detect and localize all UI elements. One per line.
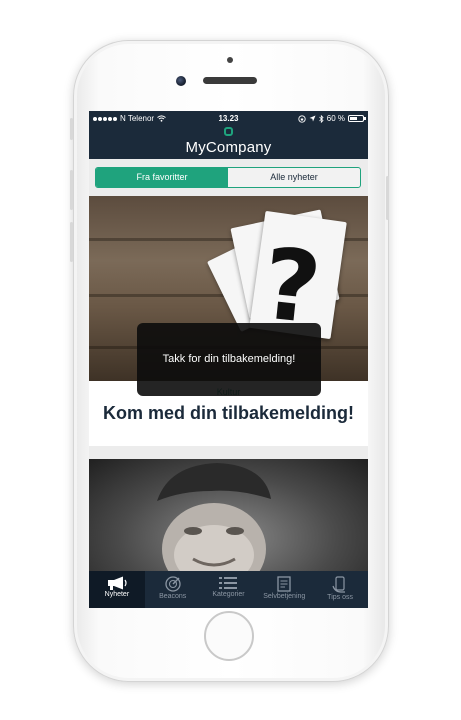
- phone-screen: N Telenor 13.23 60 % MyCompany Fra favor…: [89, 111, 368, 608]
- lock-rotation-icon: [298, 114, 306, 123]
- front-camera: [176, 76, 186, 86]
- volume-up-button: [70, 170, 73, 210]
- battery-percent: 60 %: [326, 114, 345, 123]
- home-button[interactable]: [204, 611, 254, 661]
- old-man-photo: [157, 463, 271, 571]
- tab-label: Selvbetjening: [263, 593, 306, 600]
- news-card[interactable]: ? Kultur Kom med din tilbakemelding!: [89, 196, 368, 446]
- location-arrow-icon: [309, 115, 316, 122]
- article-headline: Kom med din tilbakemelding!: [102, 403, 355, 423]
- status-right: 60 %: [298, 111, 366, 126]
- tab-label: Beacons: [159, 593, 187, 600]
- power-button: [386, 176, 389, 220]
- feedback-toast: Takk for din tilbakemelding!: [137, 323, 321, 396]
- tab-beacons[interactable]: Beacons: [145, 571, 201, 608]
- tab-bar: Nyheter Beacons Kategorier Selvbetjening…: [89, 571, 368, 608]
- mute-switch: [70, 118, 73, 140]
- segment-favorites[interactable]: Fra favoritter: [96, 168, 228, 187]
- status-bar: N Telenor 13.23 60 %: [89, 111, 368, 126]
- volume-down-button: [70, 222, 73, 262]
- news-filter-segmented-control: Fra favoritter Alle nyheter: [95, 167, 361, 188]
- bluetooth-icon: [318, 114, 324, 123]
- tab-kategorier[interactable]: Kategorier: [201, 571, 257, 608]
- battery-icon: [348, 115, 366, 122]
- app-title: MyCompany: [185, 139, 272, 156]
- navigation-bar: MyCompany: [89, 126, 368, 159]
- tab-nyheter[interactable]: Nyheter: [89, 571, 145, 608]
- app-logo-icon: [224, 127, 233, 136]
- battery-fill: [350, 117, 358, 120]
- earpiece-speaker: [203, 77, 257, 84]
- news-card-image[interactable]: [89, 459, 368, 571]
- radar-icon: [165, 576, 181, 592]
- segment-all-news[interactable]: Alle nyheter: [228, 168, 360, 187]
- tab-selvbetjening[interactable]: Selvbetjening: [256, 571, 312, 608]
- document-icon: [277, 576, 291, 592]
- phone-hand-icon: [332, 576, 346, 593]
- megaphone-icon: [107, 576, 127, 590]
- list-icon: [219, 577, 238, 589]
- tab-label: Tips oss: [327, 594, 353, 601]
- proximity-sensor: [227, 57, 233, 63]
- tab-label: Kategorier: [212, 591, 245, 598]
- tab-label: Nyheter: [104, 591, 130, 598]
- tab-tips-oss[interactable]: Tips oss: [312, 571, 368, 608]
